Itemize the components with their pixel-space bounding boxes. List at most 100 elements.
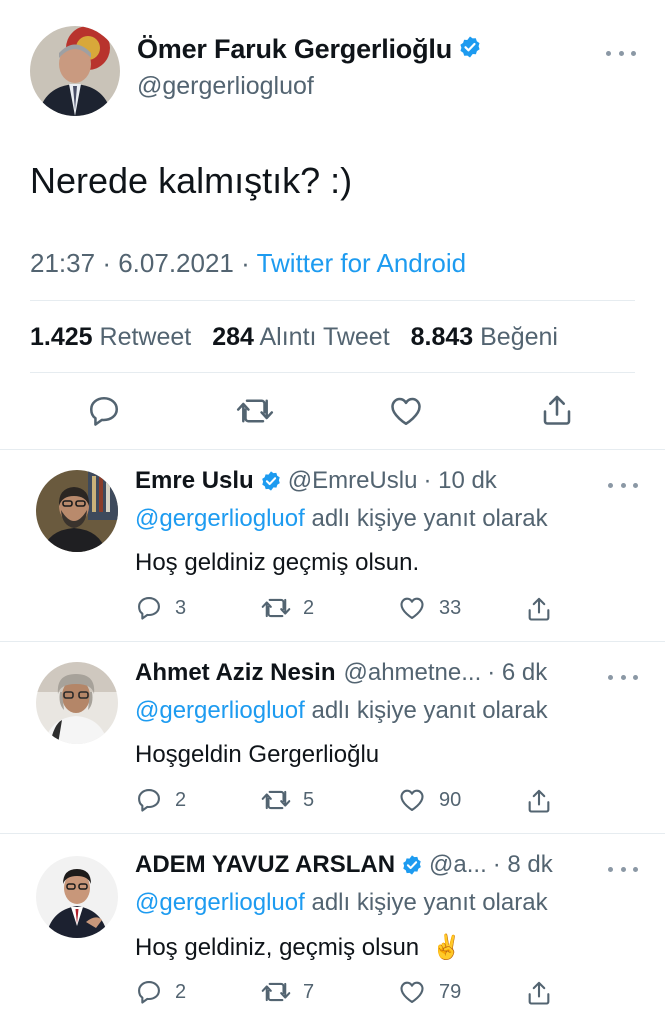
like-count: 79 — [439, 980, 462, 1003]
retweet-button[interactable]: 7 — [261, 978, 314, 1006]
replying-to: @gergerliogluof adlı kişiye yanıt olarak — [135, 697, 548, 725]
retweet-icon[interactable] — [236, 393, 274, 434]
reply-text: Hoşgeldin Gergerlioğlu — [135, 741, 380, 768]
reply-to-suffix: adlı kişiye yanıt olarak — [311, 889, 548, 916]
victory-hand-emoji: ✌️ — [431, 934, 462, 961]
reply-button[interactable]: 2 — [135, 786, 186, 814]
meta-separator: · — [102, 248, 111, 278]
reply-tweet[interactable]: ADEM YAVUZ ARSLAN @a... · 8 dk @gergerli… — [0, 834, 665, 1024]
reply-icon — [138, 597, 160, 620]
reply-count: 3 — [175, 596, 187, 619]
share-button[interactable] — [525, 786, 553, 816]
retweet-icon — [261, 790, 291, 810]
tweet-meta: 21:37 · 6.07.2021 · Twitter for Android — [30, 248, 466, 279]
like-icon — [400, 597, 424, 619]
reply-author-handle[interactable]: @ahmetne... — [343, 659, 481, 687]
share-icon — [528, 981, 550, 1005]
reply-author-name[interactable]: Emre Uslu — [135, 467, 254, 495]
like-button[interactable]: 79 — [397, 978, 461, 1006]
retweet-count: 5 — [303, 788, 315, 811]
reply-time[interactable]: · 8 dk — [493, 851, 553, 879]
reply-author-handle[interactable]: @EmreUslu — [288, 467, 418, 495]
replying-to: @gergerliogluof adlı kişiye yanıt olarak — [135, 505, 548, 533]
avatar[interactable] — [36, 662, 118, 744]
reply-time[interactable]: · 10 dk — [423, 467, 496, 495]
like-icon — [400, 981, 424, 1003]
like-icon — [400, 789, 424, 811]
share-button[interactable] — [525, 594, 553, 624]
tweet-time[interactable]: 21:37 — [30, 248, 95, 278]
retweets-count: 1.425 — [30, 323, 93, 351]
likes-stat[interactable]: 8.843 Beğeni — [411, 323, 558, 351]
reply-mention-link[interactable]: @gergerliogluof — [135, 697, 305, 724]
more-icon[interactable] — [608, 672, 638, 682]
retweet-icon — [261, 598, 291, 618]
like-button[interactable]: 90 — [397, 786, 461, 814]
share-icon — [528, 597, 550, 621]
like-button[interactable]: 33 — [397, 594, 461, 622]
reply-time[interactable]: · 6 dk — [487, 659, 547, 687]
meta-separator: · — [241, 248, 250, 278]
reply-icon — [138, 789, 160, 812]
likes-label: Beğeni — [480, 323, 558, 351]
likes-count: 8.843 — [410, 323, 474, 351]
avatar[interactable] — [30, 26, 120, 116]
share-icon[interactable] — [539, 391, 575, 434]
reply-button[interactable]: 3 — [135, 594, 186, 622]
avatar[interactable] — [36, 856, 118, 938]
avatar[interactable] — [36, 470, 118, 552]
tweet-stats: 1.425 Retweet 284 Alıntı Tweet 8.843 Beğ… — [30, 323, 558, 352]
author-display-name[interactable]: Ömer Faruk Gergerlioğlu — [137, 34, 452, 65]
reply-tweet[interactable]: Ahmet Aziz Nesin @ahmetne... · 6 dk @ger… — [0, 642, 665, 833]
more-icon[interactable] — [606, 48, 636, 58]
retweets-label: Retweet — [99, 323, 192, 351]
retweet-count: 2 — [303, 596, 315, 619]
tweet-text: Nerede kalmıştık? :) — [30, 160, 353, 201]
reply-mention-link[interactable]: @gergerliogluof — [135, 889, 305, 916]
verified-badge-icon — [458, 35, 482, 64]
reply-text: Hoş geldiniz geçmiş olsun. — [135, 549, 420, 576]
reply-author-name[interactable]: Ahmet Aziz Nesin — [135, 659, 335, 687]
like-count: 33 — [439, 596, 462, 619]
reply-count: 2 — [175, 980, 187, 1003]
retweet-button[interactable]: 5 — [261, 786, 314, 814]
reply-mention-link[interactable]: @gergerliogluof — [135, 505, 305, 532]
reply-count: 2 — [175, 788, 187, 811]
reply-button[interactable]: 2 — [135, 978, 186, 1006]
main-tweet: Ömer Faruk Gergerlioğlu @gergerliogluof … — [0, 0, 665, 450]
more-icon[interactable] — [608, 480, 638, 490]
divider — [30, 372, 635, 373]
author-handle[interactable]: @gergerliogluof — [137, 72, 314, 101]
reply-actions: 3 2 33 — [135, 594, 575, 624]
reply-to-suffix: adlı kişiye yanıt olarak — [311, 697, 548, 724]
share-button[interactable] — [525, 978, 553, 1008]
reply-header: Emre Uslu @EmreUslu · 10 dk — [135, 467, 497, 495]
reply-icon[interactable] — [86, 393, 122, 434]
share-icon — [528, 789, 550, 813]
author-name-row: Ömer Faruk Gergerlioğlu — [137, 34, 482, 65]
verified-badge-icon — [260, 470, 282, 492]
reply-author-name[interactable]: ADEM YAVUZ ARSLAN — [135, 851, 395, 879]
quotes-stat[interactable]: 284 Alıntı Tweet — [212, 323, 389, 351]
tweet-date[interactable]: 6.07.2021 — [118, 248, 234, 278]
reply-icon — [138, 981, 160, 1004]
replying-to: @gergerliogluof adlı kişiye yanıt olarak — [135, 889, 548, 917]
reply-author-handle[interactable]: @a... — [429, 851, 487, 879]
retweets-stat[interactable]: 1.425 Retweet — [30, 323, 191, 351]
quotes-label: Alıntı Tweet — [259, 323, 390, 351]
reply-header: Ahmet Aziz Nesin @ahmetne... · 6 dk — [135, 659, 547, 687]
verified-badge-icon — [401, 854, 423, 876]
reply-to-suffix: adlı kişiye yanıt olarak — [311, 505, 548, 532]
retweet-count: 7 — [303, 980, 315, 1003]
like-icon[interactable] — [387, 393, 425, 434]
more-icon[interactable] — [608, 864, 638, 874]
reply-text: Hoş geldiniz, geçmiş olsun — [135, 934, 420, 961]
tweet-source-link[interactable]: Twitter for Android — [257, 248, 467, 278]
divider — [30, 300, 635, 301]
like-count: 90 — [439, 788, 462, 811]
reply-text-row: Hoş geldiniz, geçmiş olsun ✌️ — [135, 933, 462, 962]
retweet-button[interactable]: 2 — [261, 594, 314, 622]
reply-header: ADEM YAVUZ ARSLAN @a... · 8 dk — [135, 851, 553, 879]
reply-actions: 2 5 90 — [135, 786, 575, 816]
reply-tweet[interactable]: Emre Uslu @EmreUslu · 10 dk @gergerliogl… — [0, 450, 665, 641]
